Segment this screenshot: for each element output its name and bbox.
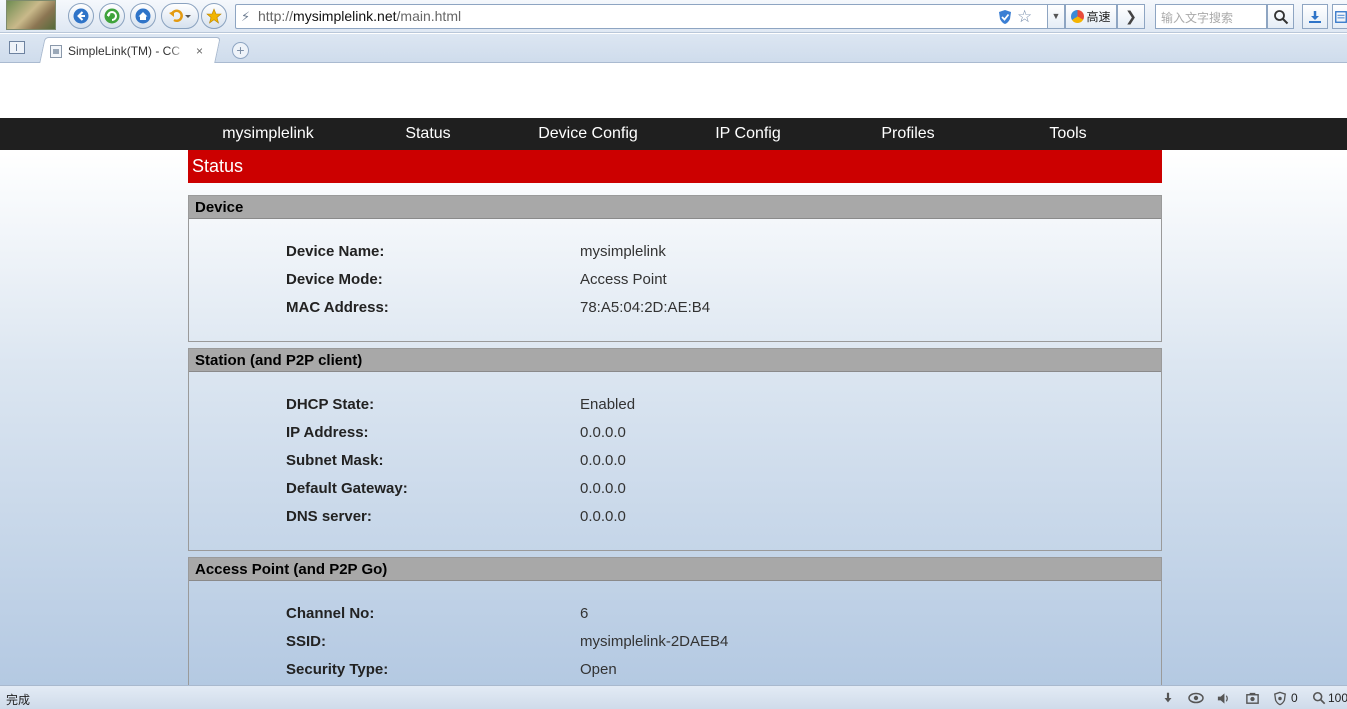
row-value: 0.0.0.0: [580, 480, 626, 497]
row-value: 0.0.0.0: [580, 508, 626, 525]
info-row: IP Address: 0.0.0.0: [189, 424, 1161, 446]
info-row: Subnet Mask: 0.0.0.0: [189, 452, 1161, 474]
page-favicon-icon: [50, 44, 62, 58]
undo-icon: [169, 9, 191, 22]
nav-tools[interactable]: Tools: [988, 118, 1148, 150]
row-value: 78:A5:04:2D:AE:B4: [580, 299, 711, 316]
info-row: DHCP State: Enabled: [189, 396, 1161, 418]
refresh-icon: [104, 8, 120, 24]
nav-profiles[interactable]: Profiles: [828, 118, 988, 150]
shield-status-icon[interactable]: [1272, 690, 1288, 706]
security-shield-icon[interactable]: [998, 9, 1012, 25]
search-button[interactable]: [1267, 4, 1294, 29]
nav-device-config[interactable]: Device Config: [508, 118, 668, 150]
row-label: Default Gateway:: [286, 480, 408, 497]
search-icon: [1273, 9, 1288, 24]
row-label: DNS server:: [286, 508, 372, 525]
download-icon: [1309, 10, 1321, 23]
info-row: Security Type: Open: [189, 661, 1161, 683]
address-bar[interactable]: ⚡ http://mysimplelink.net/main.html ☆: [235, 4, 1063, 29]
page-type-icon: ⚡: [241, 9, 251, 24]
row-value: Open: [580, 661, 617, 678]
user-avatar[interactable]: [6, 0, 56, 30]
favorites-button[interactable]: [201, 3, 227, 29]
zoom-icon[interactable]: [1311, 690, 1327, 706]
web-page: mysimplelink Status Device Config IP Con…: [0, 64, 1347, 685]
speed-mode-button[interactable]: 高速: [1065, 4, 1117, 29]
info-row: Device Name: mysimplelink: [189, 243, 1161, 265]
menu-icon: [1335, 10, 1347, 23]
blocked-count: 0: [1291, 691, 1298, 705]
row-label: Device Name:: [286, 243, 385, 260]
main-navigation: mysimplelink Status Device Config IP Con…: [0, 118, 1347, 150]
status-text: 完成: [6, 693, 31, 707]
row-value: Enabled: [580, 396, 636, 413]
back-arrow-icon: [73, 8, 89, 24]
search-input[interactable]: 输入文字搜索: [1155, 4, 1267, 29]
url-text[interactable]: http://mysimplelink.net/main.html: [258, 8, 461, 24]
undo-close-button[interactable]: [161, 3, 199, 29]
home-button[interactable]: [130, 3, 156, 29]
info-row: MAC Address: 78:A5:04:2D:AE:B4: [189, 299, 1161, 321]
tab-content: SimpleLink(TM) - CC ×: [50, 44, 203, 58]
device-section: Device Device Name: mysimplelink Device …: [188, 195, 1162, 342]
section-header: Station (and P2P client): [189, 349, 1161, 372]
home-icon: [135, 8, 151, 24]
bookmark-star-icon[interactable]: ☆: [1017, 7, 1032, 27]
download-button[interactable]: [1302, 4, 1328, 29]
star-icon: [206, 8, 222, 24]
section-header: Access Point (and P2P Go): [189, 558, 1161, 581]
row-label: SSID:: [286, 633, 327, 650]
speaker-icon[interactable]: [1215, 690, 1231, 706]
download-status-icon[interactable]: [1160, 690, 1176, 706]
row-label: Security Type:: [286, 661, 389, 678]
row-label: IP Address:: [286, 424, 369, 441]
tab-strip: SimpleLink(TM) - CC × +: [0, 34, 1347, 63]
row-label: MAC Address:: [286, 299, 389, 316]
row-label: Subnet Mask:: [286, 452, 384, 469]
access-point-section: Access Point (and P2P Go) Channel No: 6 …: [188, 557, 1162, 685]
browser-toolbar: ⚡ http://mysimplelink.net/main.html ☆ ▼ …: [0, 0, 1347, 33]
back-button[interactable]: [68, 3, 94, 29]
sidebar-toggle-icon[interactable]: [9, 41, 25, 54]
screenshot-icon[interactable]: [1244, 690, 1260, 706]
zoom-level: 100: [1328, 691, 1347, 705]
page-title: Status: [188, 150, 1162, 183]
row-value: 0.0.0.0: [580, 452, 626, 469]
tab-close-icon[interactable]: ×: [196, 44, 203, 58]
engine-logo-icon: [1071, 10, 1085, 23]
new-tab-button[interactable]: +: [232, 42, 249, 59]
nav-status[interactable]: Status: [348, 118, 508, 150]
info-row: SSID: mysimplelink-2DAEB4: [189, 633, 1161, 655]
nav-mysimplelink[interactable]: mysimplelink: [188, 118, 348, 150]
row-label: DHCP State:: [286, 396, 375, 413]
section-header: Device: [189, 196, 1161, 219]
row-label: Device Mode:: [286, 271, 383, 288]
menu-button[interactable]: [1332, 4, 1347, 29]
speed-mode-label: 高速: [1086, 10, 1111, 24]
refresh-button[interactable]: [99, 3, 125, 29]
info-row: Channel No: 6: [189, 605, 1161, 627]
forward-button[interactable]: ❯: [1117, 4, 1145, 29]
info-row: DNS server: 0.0.0.0: [189, 508, 1161, 530]
row-label: Channel No:: [286, 605, 375, 622]
chevron-right-icon: ❯: [1125, 8, 1137, 24]
chevron-down-icon: ▼: [1051, 11, 1061, 21]
station-section: Station (and P2P client) DHCP State: Ena…: [188, 348, 1162, 551]
row-value: 0.0.0.0: [580, 424, 626, 441]
eye-icon[interactable]: [1188, 690, 1204, 706]
row-value: Access Point: [580, 271, 667, 288]
row-value: 6: [580, 605, 589, 622]
url-dropdown-button[interactable]: ▼: [1047, 4, 1065, 29]
browser-status-bar: 完成 0 100: [0, 685, 1347, 709]
row-value: mysimplelink-2DAEB4: [580, 633, 729, 650]
nav-ip-config[interactable]: IP Config: [668, 118, 828, 150]
row-value: mysimplelink: [580, 243, 666, 260]
info-row: Device Mode: Access Point: [189, 271, 1161, 293]
tab-title: SimpleLink(TM) - CC: [68, 44, 181, 58]
info-row: Default Gateway: 0.0.0.0: [189, 480, 1161, 502]
